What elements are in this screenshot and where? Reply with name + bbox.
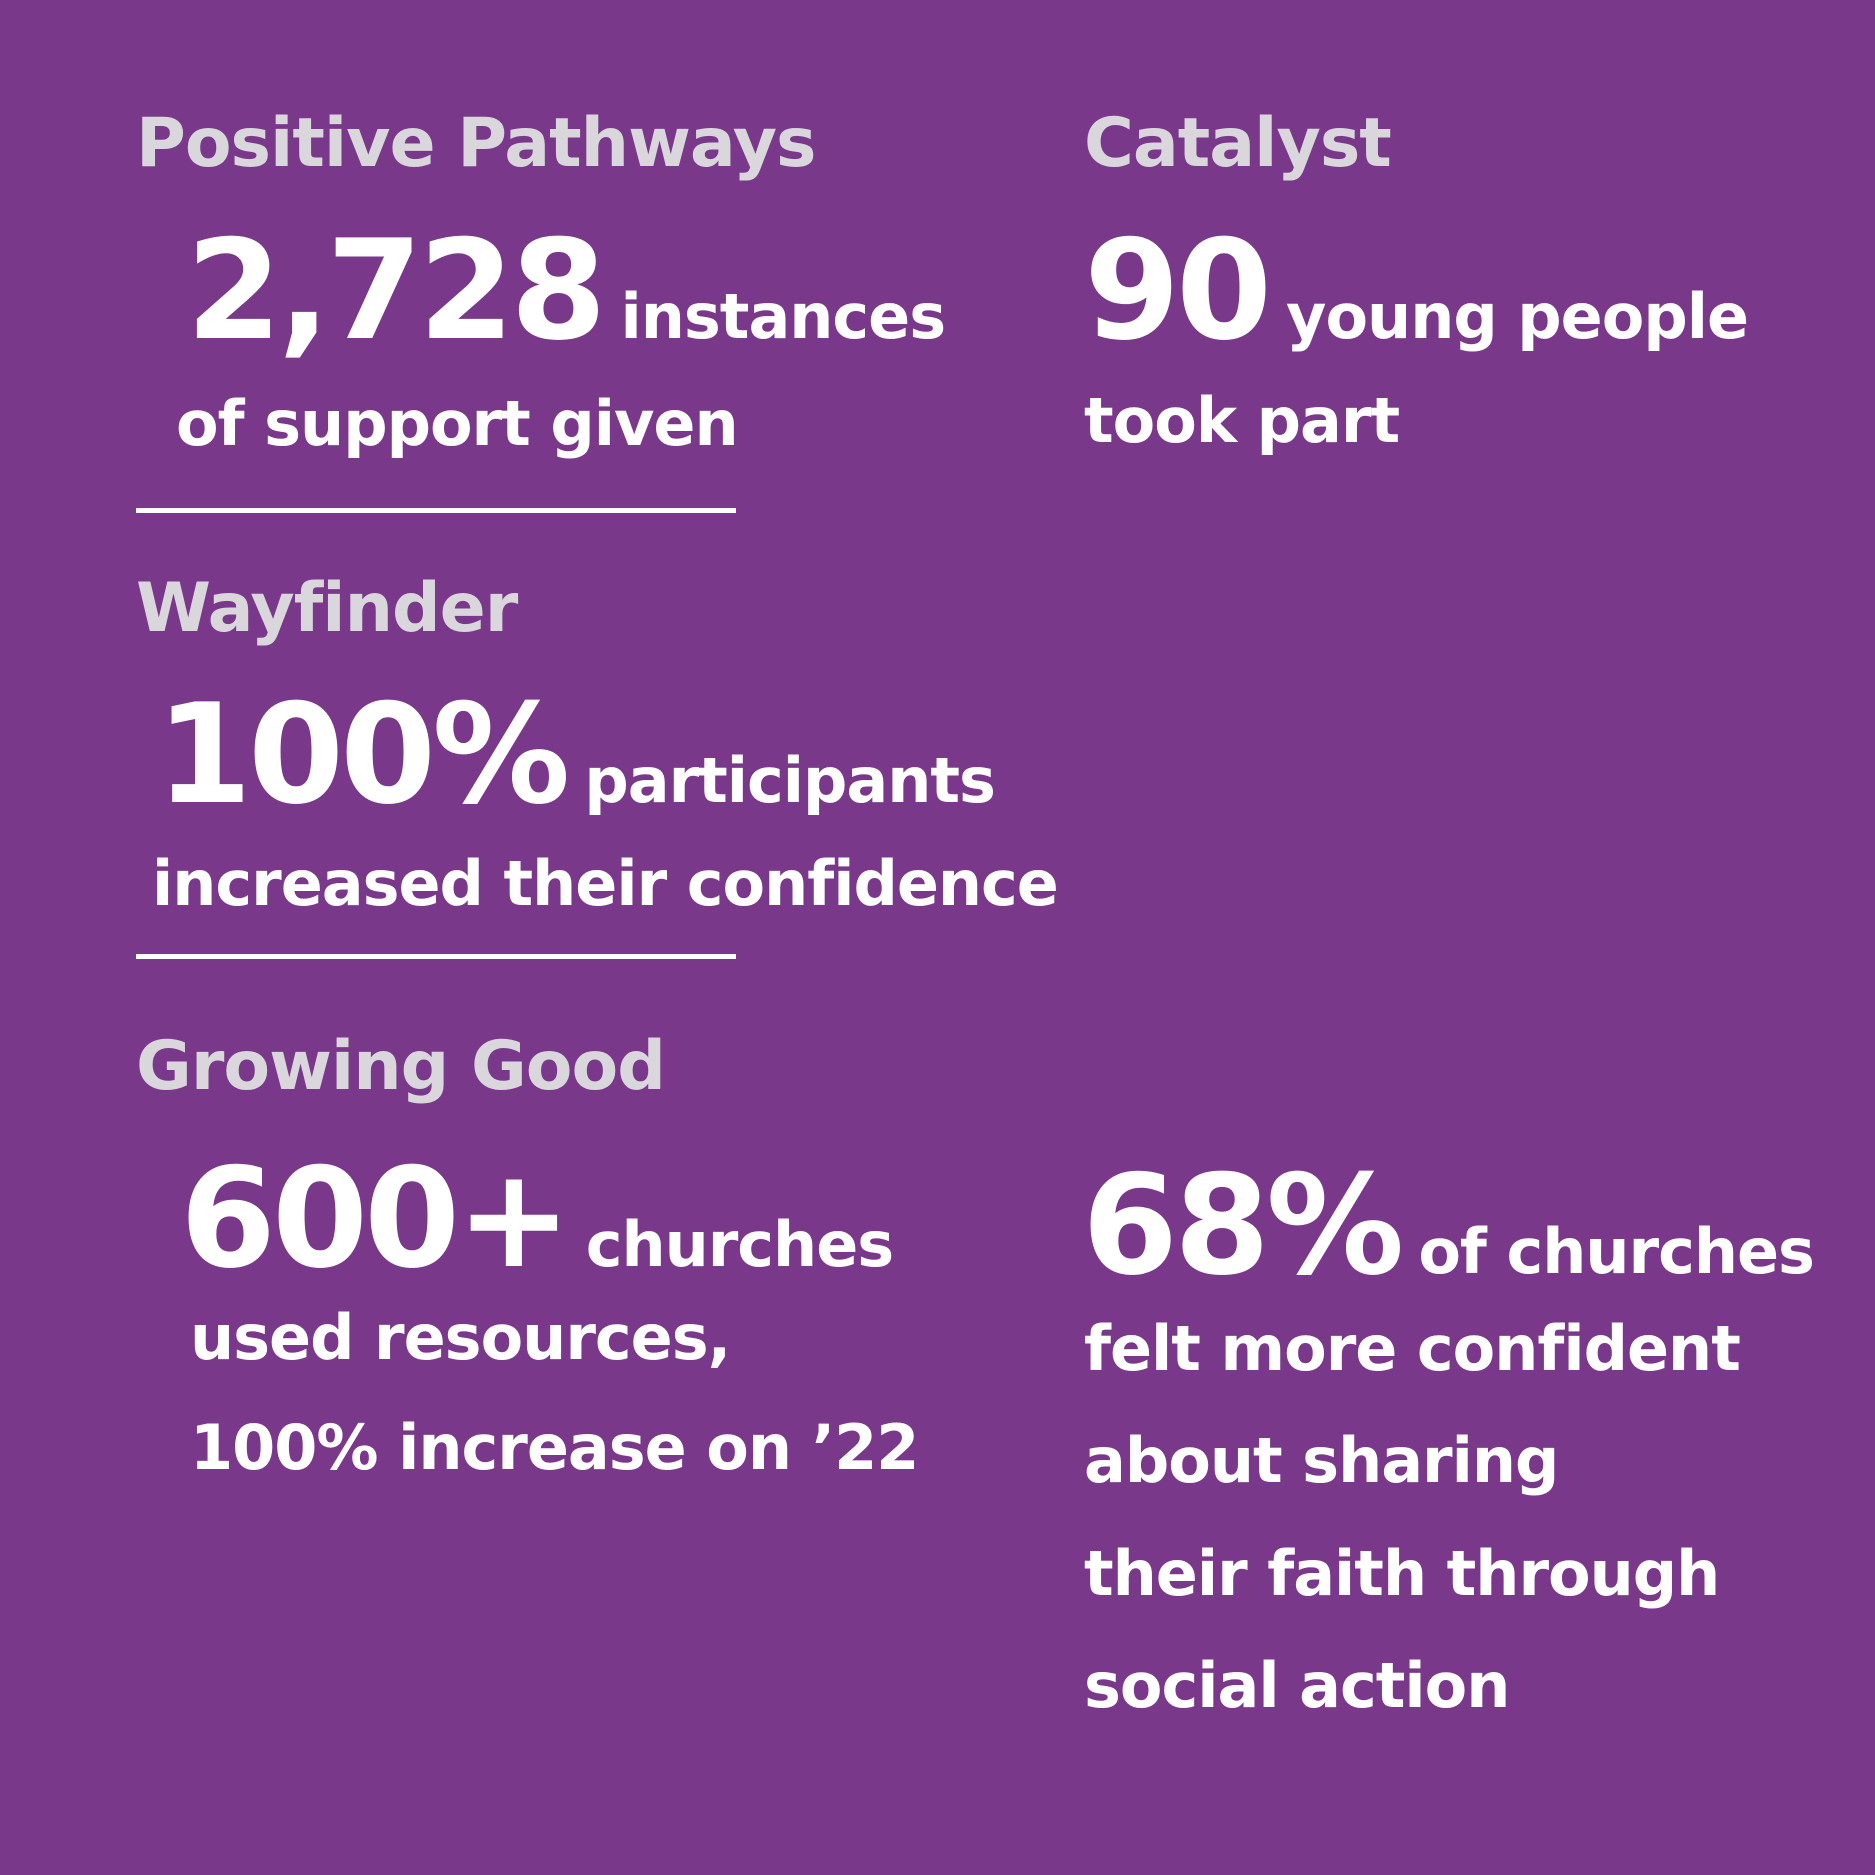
wayfinder-suffix: participants xyxy=(584,744,996,817)
wayfinder-stat: 100% participants xyxy=(156,686,996,824)
growing-good-increase-line: 100% increase on ’22 xyxy=(190,1411,919,1484)
growing-good-sharing-line: about sharing xyxy=(1084,1424,1559,1497)
divider-1 xyxy=(136,508,736,513)
wayfinder-number: 100% xyxy=(156,674,570,835)
growing-good-percent-stat: 68% of churches xyxy=(1082,1157,1815,1295)
growing-good-action-line: social action xyxy=(1084,1649,1510,1722)
growing-good-percent-number: 68% xyxy=(1082,1145,1404,1306)
positive-pathways-stat: 2,728 instances xyxy=(186,222,947,360)
infographic: Positive Pathways 2,728 instances of supp… xyxy=(0,0,1875,1875)
growing-good-faith-line: their faith through xyxy=(1084,1537,1720,1610)
growing-good-churches-stat: 600+ churches xyxy=(180,1150,894,1288)
growing-good-resources-line: used resources, xyxy=(190,1301,731,1374)
catalyst-description: took part xyxy=(1084,384,1400,457)
positive-pathways-number: 2,728 xyxy=(186,210,607,371)
growing-good-percent-suffix: of churches xyxy=(1418,1215,1815,1288)
positive-pathways-suffix: instances xyxy=(620,280,947,353)
growing-good-churches-number: 600+ xyxy=(180,1138,572,1299)
wayfinder-description: increased their confidence xyxy=(152,847,1059,920)
catalyst-stat: 90 young people xyxy=(1084,222,1749,360)
positive-pathways-heading: Positive Pathways xyxy=(136,104,817,183)
growing-good-confident-line: felt more confident xyxy=(1084,1312,1741,1385)
divider-2 xyxy=(136,954,736,959)
catalyst-suffix: young people xyxy=(1286,280,1749,353)
growing-good-heading: Growing Good xyxy=(136,1027,666,1106)
growing-good-churches-suffix: churches xyxy=(585,1208,894,1281)
positive-pathways-description: of support given xyxy=(176,387,739,460)
wayfinder-heading: Wayfinder xyxy=(136,569,518,648)
catalyst-heading: Catalyst xyxy=(1084,104,1392,183)
catalyst-number: 90 xyxy=(1084,210,1272,371)
